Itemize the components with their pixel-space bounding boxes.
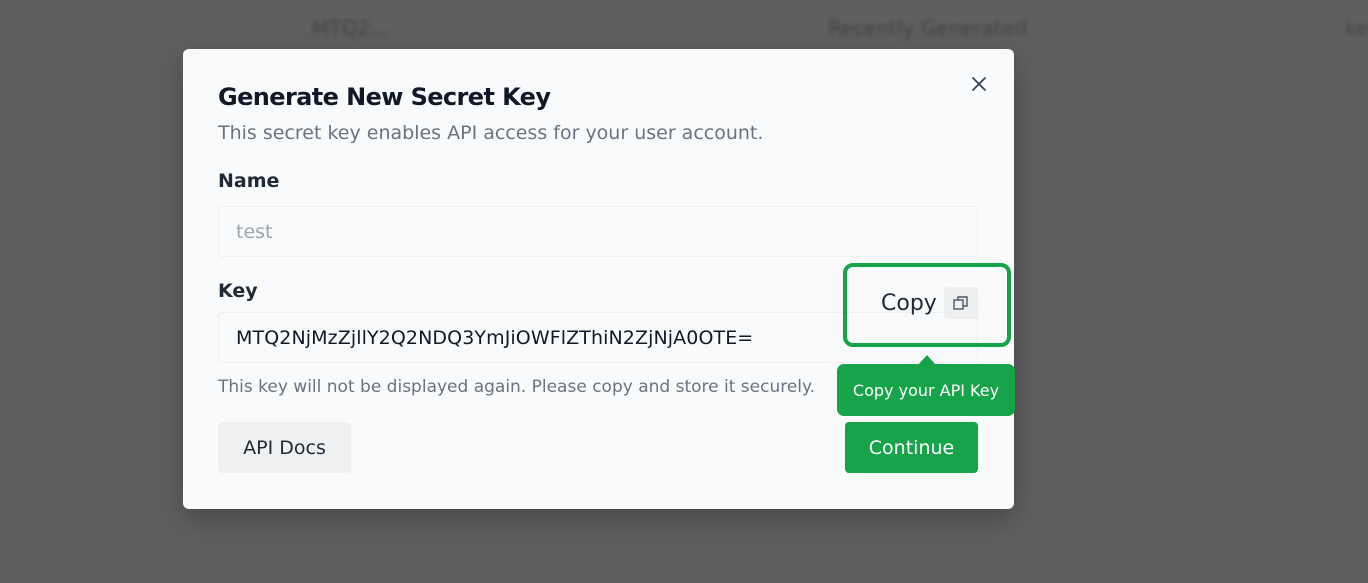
copy-tooltip: Copy your API Key	[837, 364, 1015, 416]
api-docs-button[interactable]: API Docs	[218, 422, 351, 473]
name-field[interactable]: test	[218, 206, 978, 257]
close-icon	[972, 77, 986, 91]
copy-label: Copy	[881, 290, 937, 316]
continue-button[interactable]: Continue	[845, 422, 978, 473]
close-button[interactable]	[968, 73, 990, 95]
background-text-fragment: ke	[1345, 16, 1368, 40]
background-text-key-prefix: MTQ2...	[312, 16, 390, 40]
copy-icon[interactable]	[943, 287, 978, 319]
generate-secret-key-dialog: Generate New Secret Key This secret key …	[183, 49, 1014, 509]
key-label: Key	[218, 280, 258, 302]
dialog-description: This secret key enables API access for y…	[218, 122, 764, 144]
copy-highlight: Copy	[843, 263, 1011, 347]
background-text-recently-generated: Recently Generated	[828, 16, 1027, 40]
name-label: Name	[218, 170, 280, 192]
dialog-title: Generate New Secret Key	[218, 83, 551, 111]
security-hint: This key will not be displayed again. Pl…	[218, 377, 816, 397]
copy-button[interactable]: Copy	[881, 287, 978, 319]
